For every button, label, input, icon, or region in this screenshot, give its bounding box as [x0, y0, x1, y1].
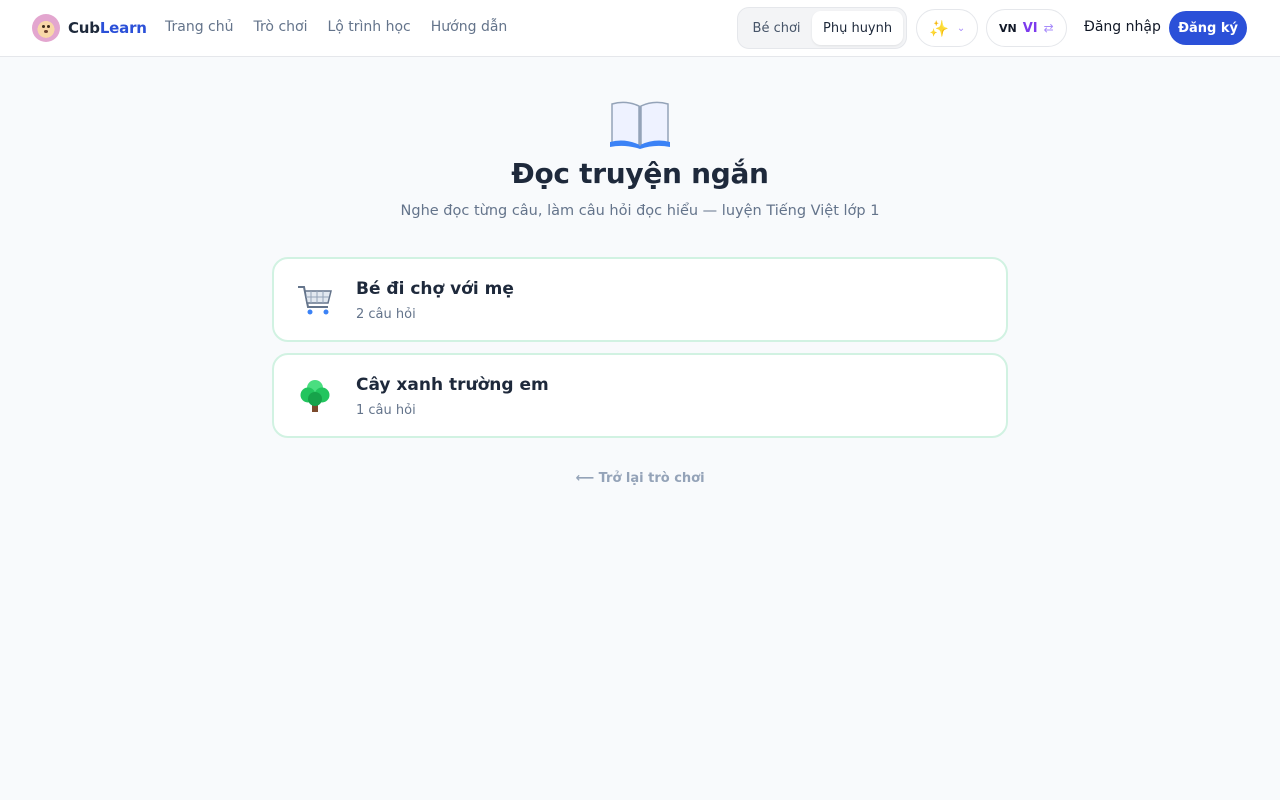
- story-question-count: 1 câu hỏi: [356, 403, 416, 418]
- main-nav: Trang chủ Trò chơi Lộ trình học Hướng dẫ…: [165, 19, 527, 35]
- theme-dropdown[interactable]: ✨ ⌄: [916, 9, 978, 47]
- nav-home[interactable]: Trang chủ: [165, 19, 233, 35]
- mode-parent-button[interactable]: Phụ huynh: [812, 11, 903, 45]
- language-switcher[interactable]: VN VI ⇄: [986, 9, 1067, 47]
- brand-name-part2: Learn: [99, 19, 147, 37]
- login-link[interactable]: Đăng nhập: [1084, 19, 1161, 35]
- shopping-cart-icon: [298, 286, 332, 315]
- story-title: Cây xanh trường em: [356, 375, 549, 395]
- story-title: Bé đi chợ với mẹ: [356, 279, 514, 299]
- story-question-count: 2 câu hỏi: [356, 307, 416, 322]
- back-to-games-link[interactable]: ⟵ Trở lại trò chơi: [0, 471, 1280, 486]
- story-card[interactable]: Cây xanh trường em 1 câu hỏi: [272, 353, 1008, 438]
- chevron-down-icon: ⌄: [956, 22, 966, 34]
- language-flag: VN: [999, 21, 1017, 35]
- mode-toggle: Bé chơi Phụ huynh: [737, 7, 907, 49]
- page-subtitle: Nghe đọc từng câu, làm câu hỏi đọc hiểu …: [400, 203, 880, 219]
- brand-logo[interactable]: CubLearn: [32, 14, 147, 42]
- lion-cub-logo-icon: [32, 14, 60, 42]
- brand-name-part1: Cub: [68, 19, 100, 37]
- nav-games[interactable]: Trò chơi: [253, 19, 307, 35]
- story-card[interactable]: Bé đi chợ với mẹ 2 câu hỏi: [272, 257, 1008, 342]
- page-title: Đọc truyện ngắn: [511, 157, 769, 190]
- nav-learning-path[interactable]: Lộ trình học: [327, 19, 410, 35]
- sparkles-icon: ✨: [929, 18, 949, 38]
- brand-name: CubLearn: [68, 19, 147, 37]
- swap-icon: ⇄: [1043, 21, 1054, 35]
- mode-kid-button[interactable]: Bé chơi: [741, 11, 812, 45]
- tree-icon: [300, 380, 330, 412]
- open-book-icon: [610, 101, 670, 149]
- nav-guide[interactable]: Hướng dẫn: [431, 19, 508, 35]
- top-navbar: CubLearn Trang chủ Trò chơi Lộ trình học…: [0, 0, 1280, 57]
- signup-button[interactable]: Đăng ký: [1169, 11, 1247, 45]
- language-code: VI: [1022, 20, 1038, 36]
